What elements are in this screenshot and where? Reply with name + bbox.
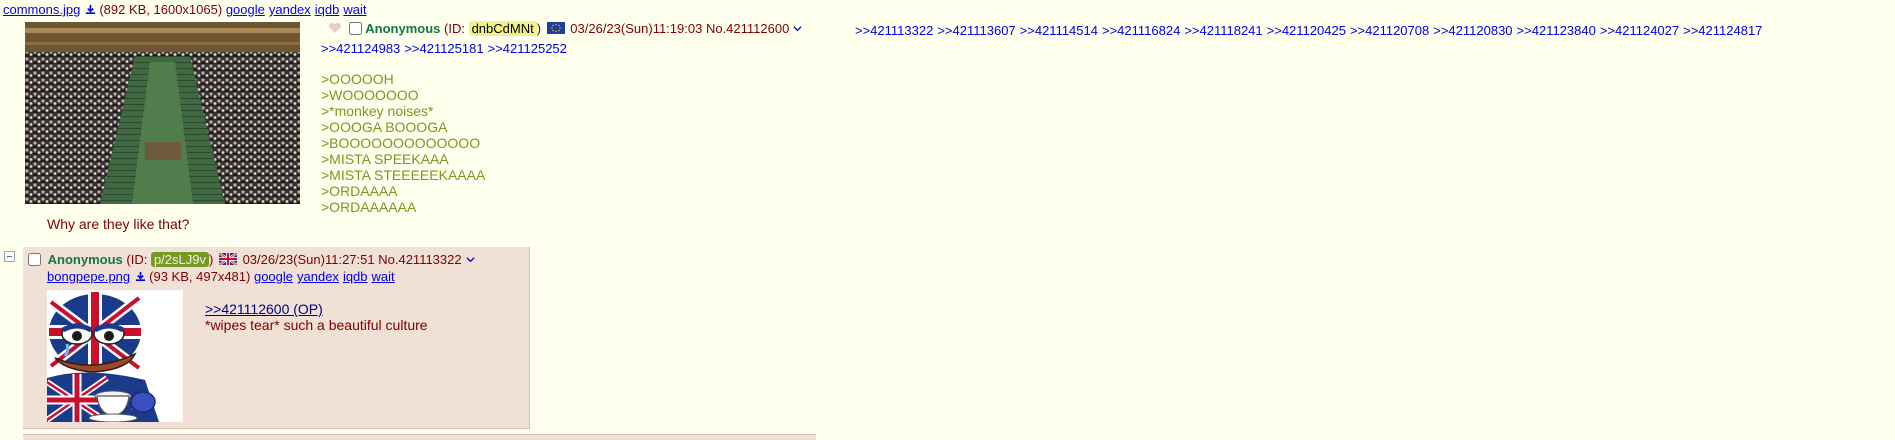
backlink[interactable]: >>421114514 [1020, 23, 1098, 38]
eu-flag-icon [546, 22, 565, 34]
op-backlinks-row2: >>421124983 >>421125181 >>421125252 [321, 41, 571, 56]
greentext-line: >WOOOOOOO [321, 87, 419, 103]
download-icon[interactable] [85, 4, 96, 15]
reply-file-meta: (93 KB, 497x481) [149, 269, 251, 284]
chevron-down-icon[interactable] [466, 255, 475, 264]
op-greentext: >OOOOOH >WOOOOOOO >*monkey noises* >OOOG… [321, 71, 485, 215]
reply-thumbnail[interactable] [45, 290, 183, 425]
reply-id-suffix: ) [208, 252, 214, 267]
reply-text: *wipes tear* such a beautiful culture [205, 317, 428, 333]
download-icon[interactable] [135, 271, 146, 282]
greentext-line: >MISTA STEEEEEKAAAA [321, 167, 486, 183]
op-quote-link[interactable]: >>421112600 (OP) [205, 301, 323, 317]
backlink[interactable]: >>421120425 [1267, 23, 1346, 38]
op-post-number[interactable]: No.421112600 [706, 21, 789, 36]
op-datetime: 03/26/23(Sun)11:19:03 [570, 21, 703, 36]
reply-iqdb-link[interactable]: iqdb [343, 269, 368, 284]
greentext-line: >MISTA SPEEKAAA [321, 151, 449, 167]
op-file-link[interactable]: commons.jpg [3, 2, 80, 17]
backlink[interactable]: >>421120830 [1433, 23, 1512, 38]
greentext-line: >ORDAAAA [321, 183, 398, 199]
next-reply-edge [23, 434, 816, 440]
uk-flag-icon [218, 252, 238, 266]
greentext-line: >BOOOOOOOOOOOOO [321, 135, 481, 151]
parliament-image [25, 22, 300, 204]
op-poster-name: Anonymous [365, 21, 441, 36]
chevron-down-icon[interactable] [793, 24, 802, 33]
op-thumbnail[interactable] [25, 22, 300, 204]
op-file-info: commons.jpg (892 KB, 1600x1065) google yan… [3, 2, 370, 17]
reply-quote-link-wrap: >>421112600 (OP) [205, 301, 323, 317]
backlink[interactable]: >>421124817 [1683, 23, 1762, 38]
reply-google-link[interactable]: google [254, 269, 293, 284]
op-google-link[interactable]: google [226, 2, 265, 17]
backlink[interactable]: >>421125181 [404, 41, 483, 56]
reply-wait-link[interactable]: wait [372, 269, 395, 284]
greentext-line: >*monkey noises* [321, 103, 434, 119]
backlink[interactable]: >>421120708 [1350, 23, 1429, 38]
reply-poster-name: Anonymous [47, 252, 123, 267]
backlink[interactable]: >>421118241 [1184, 23, 1262, 38]
backlink[interactable]: >>421124027 [1600, 23, 1679, 38]
reply-post-number[interactable]: No.421113322 [378, 252, 461, 267]
backlink[interactable]: >>421123840 [1517, 23, 1596, 38]
reply-datetime: 03/26/23(Sun)11:27:51 [242, 252, 375, 267]
op-post-header: Anonymous (ID: dnbCdMNt) 03/26/23(Sun)11… [328, 21, 802, 36]
backlink[interactable]: >>421113607 [937, 23, 1015, 38]
op-select-checkbox[interactable] [348, 22, 362, 35]
heart-icon[interactable] [328, 22, 342, 34]
op-yandex-link[interactable]: yandex [269, 2, 311, 17]
op-id-suffix: ) [536, 21, 542, 36]
op-poster-id[interactable]: dnbCdMNt [468, 21, 537, 36]
backlink[interactable]: >>421125252 [488, 41, 567, 56]
reply-yandex-link[interactable]: yandex [297, 269, 339, 284]
reply-file-link[interactable]: bongpepe.png [47, 269, 130, 284]
reply-file-info: bongpepe.png (93 KB, 497x481) google yande… [47, 269, 399, 284]
op-wait-link[interactable]: wait [343, 2, 366, 17]
op-backlinks-row1: >>421113322 >>421113607 >>421114514 >>42111… [855, 23, 1766, 38]
backlink[interactable]: >>421113322 [855, 23, 933, 38]
reply-header: Anonymous (ID: p/2sLJ9v) 03/26/23(Sun)11… [28, 252, 475, 267]
bongpepe-image [45, 290, 183, 425]
greentext-line: >ORDAAAAAA [321, 199, 417, 215]
reply-id-prefix: (ID: [126, 252, 151, 267]
reply-poster-id[interactable]: p/2sLJ9v [150, 252, 209, 267]
backlink[interactable]: >>421116824 [1102, 23, 1180, 38]
reply-select-checkbox[interactable] [28, 253, 41, 266]
greentext-line: >OOOOOH [321, 71, 394, 87]
op-id-prefix: (ID: [444, 21, 469, 36]
op-iqdb-link[interactable]: iqdb [315, 2, 340, 17]
greentext-line: >OOOGA BOOOGA [321, 119, 448, 135]
op-file-meta: (892 KB, 1600x1065) [99, 2, 223, 17]
hide-post-icon[interactable] [4, 251, 15, 262]
op-comment: Why are they like that? [47, 216, 190, 232]
backlink[interactable]: >>421124983 [321, 41, 400, 56]
